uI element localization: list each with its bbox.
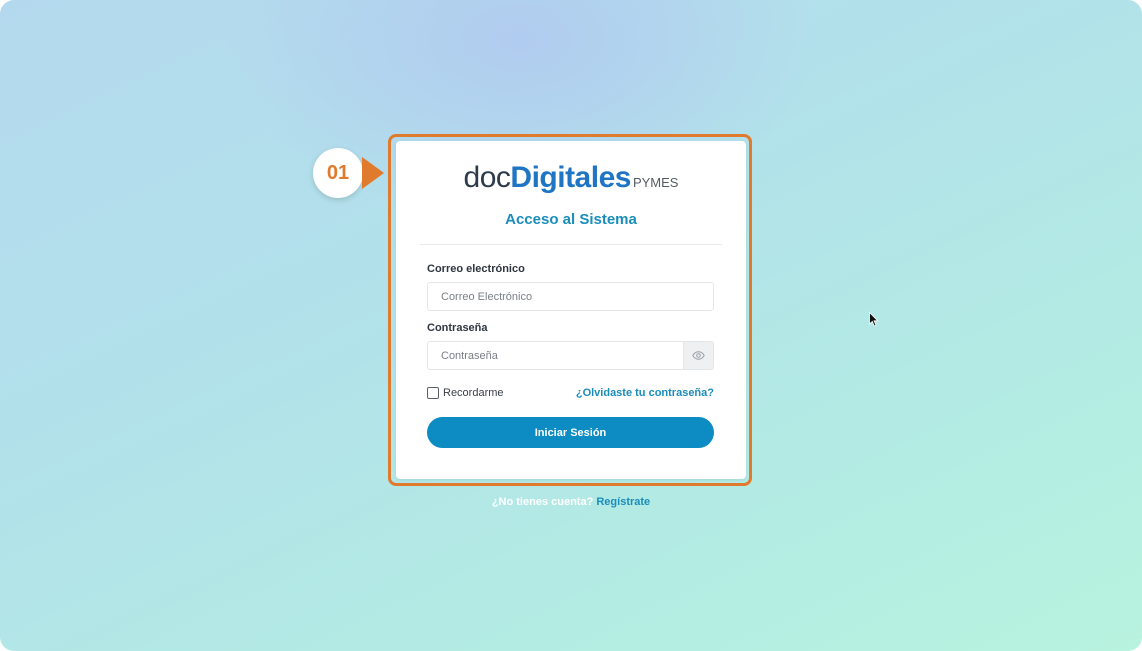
logo: docDigitales PYMES (396, 160, 746, 201)
eye-icon (692, 347, 705, 365)
step-arrow-icon (362, 157, 384, 189)
no-account-text: ¿No tienes cuenta? (491, 496, 594, 508)
remember-me[interactable]: Recordarme (427, 387, 504, 399)
password-field[interactable] (427, 341, 684, 370)
email-field[interactable] (427, 282, 714, 311)
step-number: 01 (326, 161, 350, 184)
login-title: Acceso al Sistema (505, 211, 637, 228)
remember-checkbox[interactable] (427, 387, 439, 399)
login-button[interactable]: Iniciar Sesión (427, 417, 714, 448)
forgot-password-link[interactable]: ¿Olvidaste tu contraseña? (576, 387, 714, 399)
mouse-cursor-icon (869, 311, 879, 332)
screen-background: 01 docDigitales PYMES Acceso al Sistema C… (0, 0, 1142, 651)
divider (420, 244, 722, 245)
remember-label: Recordarme (443, 387, 504, 399)
logo-digitales-text: Digitales (510, 161, 631, 194)
password-toggle-button[interactable] (683, 341, 714, 370)
logo-doc-text: doc (463, 161, 511, 194)
password-label: Contraseña (427, 322, 488, 334)
email-label: Correo electrónico (427, 263, 525, 275)
step-badge: 01 (313, 148, 363, 198)
logo-pymes-text: PYMES (632, 175, 679, 190)
register-link[interactable]: Regístrate (596, 496, 650, 508)
login-card: docDigitales PYMES Acceso al Sistema Corr… (396, 141, 746, 479)
register-prompt: ¿No tienes cuenta? Regístrate (0, 496, 1142, 508)
